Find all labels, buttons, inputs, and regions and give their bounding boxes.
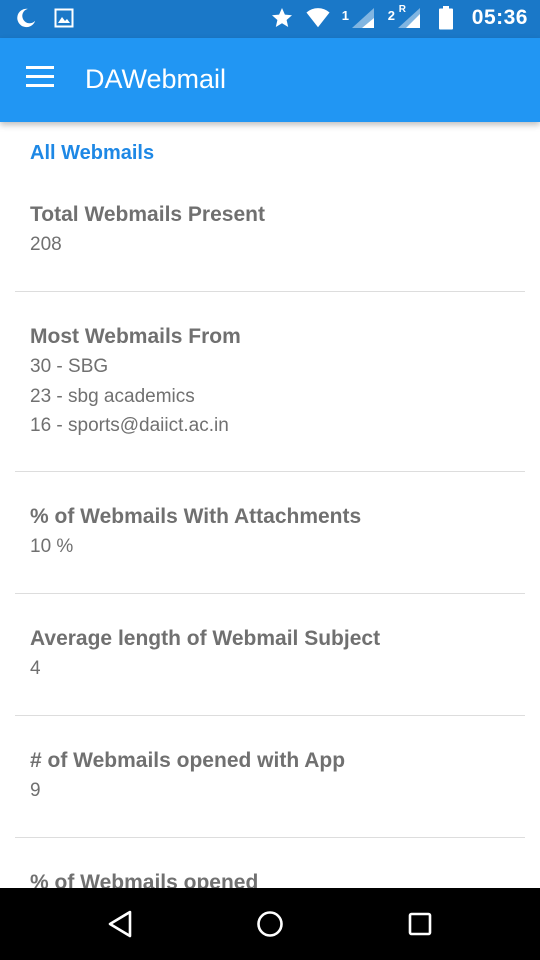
recents-icon[interactable]	[400, 906, 440, 942]
stat-value: 30 - SBG	[30, 356, 109, 377]
stat-value: 16 - sports@daiict.ac.in	[30, 415, 229, 436]
status-bar: 1 2 R 05:36	[0, 0, 540, 38]
stat-opened-with-app: # of Webmails opened with App 9	[30, 746, 510, 806]
stats-list[interactable]: All Webmails Total Webmails Present 208 …	[0, 122, 540, 888]
section-header: All Webmails	[30, 142, 155, 164]
divider	[15, 471, 525, 472]
stat-value: 10 %	[30, 536, 74, 557]
stat-attachments: % of Webmails With Attachments 10 %	[30, 502, 510, 562]
sim1-label: 1	[341, 8, 350, 23]
stat-value: 9	[30, 780, 41, 801]
divider	[15, 593, 525, 594]
signal-icon	[397, 8, 420, 28]
stat-title: Total Webmails Present	[30, 203, 265, 226]
stat-total-webmails: Total Webmails Present 208	[30, 200, 510, 260]
sim2-signal: 2 R	[387, 4, 422, 30]
stat-subject-length: Average length of Webmail Subject 4	[30, 624, 510, 684]
moon-icon	[14, 6, 38, 30]
star-icon	[270, 6, 294, 30]
stat-value: 23 - sbg academics	[30, 385, 195, 407]
hamburger-menu-icon[interactable]	[26, 66, 56, 94]
clock: 05:36	[471, 6, 528, 29]
wifi-icon	[306, 6, 330, 30]
stat-value: 4	[30, 658, 41, 679]
stat-value: 208	[30, 234, 62, 255]
stat-most-webmails-from: Most Webmails From 30 - SBG 23 - sbg aca…	[30, 322, 510, 441]
image-icon	[52, 6, 76, 30]
app-bar: DAWebmail	[0, 38, 540, 122]
stat-title: Average length of Webmail Subject	[30, 627, 381, 650]
divider	[15, 291, 525, 292]
sim2-label: 2	[387, 8, 396, 23]
stat-title: % of Webmails With Attachments	[30, 505, 362, 528]
battery-icon	[434, 6, 458, 30]
stat-title: % of Webmails opened	[30, 871, 259, 888]
stat-title: Most Webmails From	[30, 325, 241, 348]
home-icon[interactable]	[250, 906, 290, 942]
signal-icon	[351, 8, 374, 28]
back-icon[interactable]	[100, 906, 140, 942]
stat-opened-percent: % of Webmails opened	[30, 868, 510, 888]
app-title: DAWebmail	[85, 64, 227, 94]
divider	[15, 837, 525, 838]
sim1-signal: 1	[342, 6, 376, 30]
stat-title: # of Webmails opened with App	[30, 749, 346, 772]
divider	[15, 715, 525, 716]
navigation-bar	[0, 888, 540, 960]
